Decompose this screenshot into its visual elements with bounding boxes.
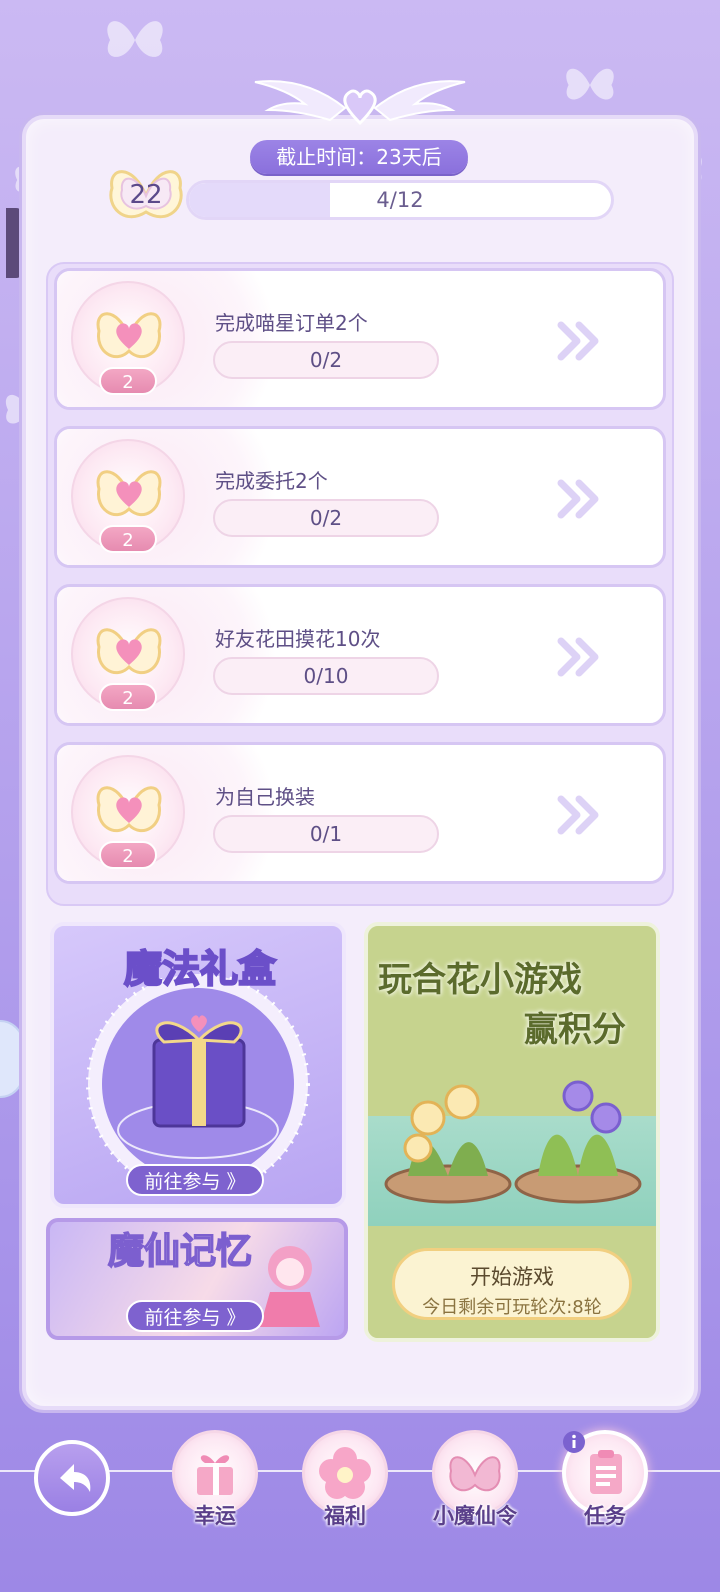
nav-lucky-label: 幸运 [194,1504,236,1528]
task-progress: 0/2 [213,341,439,379]
heart-butterfly-icon [96,628,162,674]
remaining-rounds-text: 今日剩余可玩轮次:8轮 [422,1297,602,1318]
start-game-button[interactable]: 开始游戏 今日剩余可玩轮次:8轮 [392,1248,632,1320]
task-title: 完成委托2个 [215,469,328,493]
mini-game-title: 玩合花小游戏 赢积分 [378,955,648,1055]
memory-join-button[interactable]: 前往参与 》 [126,1300,264,1332]
task-title: 好友花田摸花10次 [215,627,381,651]
progress-text: 4/12 [376,188,424,212]
double-chevron-right-icon[interactable] [557,479,603,519]
progress-bar: 4/12 [186,180,614,220]
points-badge: 2 [99,683,157,711]
double-chevron-right-icon[interactable] [557,637,603,677]
info-icon[interactable] [562,1430,586,1454]
task-progress: 0/2 [213,499,439,537]
heart-butterfly-icon [96,786,162,832]
task-title: 完成喵星订单2个 [215,311,368,335]
nav-fairy-pass-label: 小魔仙令 [433,1504,517,1528]
task-progress: 0/1 [213,815,439,853]
task-card[interactable]: 2 好友花田摸花10次 0/10 [54,584,666,726]
magic-box-title: 魔法礼盒 [123,945,277,992]
butterfly-decoration-icon [107,21,163,57]
side-float-button[interactable] [0,1020,24,1098]
memory-title: 魔仙记忆 [107,1229,253,1273]
task-title: 为自己换装 [215,785,315,809]
butterfly-decoration-icon [566,68,614,100]
task-card[interactable]: 2 为自己换装 0/1 [54,742,666,884]
heart-butterfly-icon [96,470,162,516]
mini-game-title-line1: 玩合花小游戏 [378,960,582,1000]
points-badge: 2 [99,525,157,553]
level-number: 22 [129,180,163,210]
back-button[interactable] [34,1440,110,1516]
double-chevron-right-icon[interactable] [557,321,603,361]
double-chevron-right-icon[interactable] [557,795,603,835]
mini-game-title-line2: 赢积分 [524,1010,626,1050]
magic-box-join-button[interactable]: 前往参与 》 [126,1164,264,1196]
deadline-badge: 截止时间：23天后 [250,140,468,174]
back-arrow-icon [60,1464,91,1492]
start-game-label: 开始游戏 [470,1265,554,1289]
points-badge: 2 [99,841,157,869]
flower-pots-icon [384,1080,642,1204]
task-progress: 0/10 [213,657,439,695]
task-card[interactable]: 2 完成委托2个 0/2 [54,426,666,568]
heart-wings-icon [254,80,466,126]
task-card[interactable]: 2 完成喵星订单2个 0/2 [54,268,666,410]
nav-tasks-label: 任务 [584,1504,626,1528]
heart-butterfly-icon [96,312,162,358]
points-badge: 2 [99,367,157,395]
nav-welfare-label: 福利 [324,1504,366,1528]
